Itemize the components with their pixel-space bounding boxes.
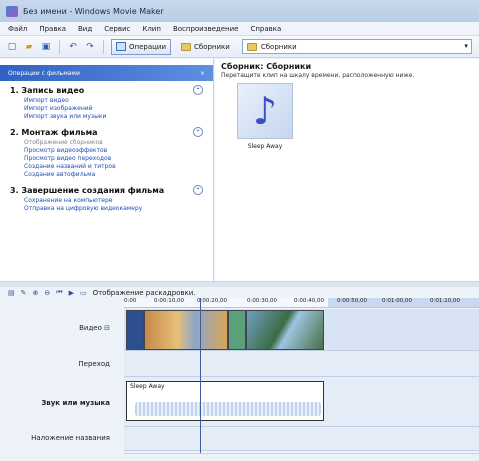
zoom-out-icon[interactable]: ⊖ [44,289,50,297]
audio-clip-thumbnail[interactable]: ♪ [237,83,293,139]
toolbar-separator [59,39,60,54]
close-icon[interactable]: × [200,70,205,77]
undo-icon[interactable]: ↶ [67,41,79,53]
audio-track-label: Звук или музыка [41,399,110,407]
audio-track[interactable]: Sleep Away [124,377,479,427]
link-view-effects[interactable]: Просмотр видеоэффектов [10,147,203,155]
menu-help[interactable]: Справка [250,25,281,33]
ruler-tick: 0:00 [124,298,137,304]
link-make-automovie[interactable]: Создание автофильма [10,171,203,179]
link-save-to-computer[interactable]: Сохранение на компьютере [10,197,203,205]
folder-icon [246,42,257,51]
video-clip[interactable] [144,310,228,350]
section-finish-movie: 3. Завершение создания фильма ⌃ Сохранен… [0,181,213,215]
collections-dropdown[interactable]: Сборники ▾ [241,39,472,54]
redo-icon[interactable]: ↷ [84,41,96,53]
set-audio-levels-icon[interactable]: ▤ [8,289,15,297]
ruler-tick: 0:00:10,00 [154,298,184,304]
transition-track[interactable] [124,351,479,377]
menu-tools[interactable]: Сервис [104,25,130,33]
horizontal-scrollbar[interactable] [124,453,479,461]
ruler-tick: 0:00:20,00 [197,298,227,304]
ruler-tick: 0:01:10,00 [430,298,460,304]
link-import-video[interactable]: Импорт видео [10,97,203,105]
rewind-icon[interactable]: ⏮ [56,288,62,297]
link-import-audio[interactable]: Импорт звука или музыки [10,113,203,121]
section-title[interactable]: 3. Завершение создания фильма ⌃ [10,185,203,195]
expand-icon[interactable]: ⊟ [104,324,110,332]
video-clip[interactable] [228,310,246,350]
collection-pane: Сборник: Сборники Перетащите клип на шка… [215,59,479,281]
section-title[interactable]: 1. Запись видео ⌃ [10,85,203,95]
link-send-to-camera[interactable]: Отправка на цифровую видеокамеру [10,205,203,213]
timeline-ruler[interactable]: 0:00 0:00:10,00 0:00:20,00 0:00:30,00 0:… [124,298,479,308]
menu-playback[interactable]: Воспроизведение [173,25,239,33]
operations-button[interactable]: Операции [111,38,171,55]
video-track[interactable] [124,309,479,351]
link-view-transitions[interactable]: Просмотр видео переходов [10,155,203,163]
menu-edit[interactable]: Правка [39,25,66,33]
collections-button[interactable]: Сборники [176,39,235,55]
link-make-titles[interactable]: Создание названий и титров [10,163,203,171]
task-pane-header: Операции с фильмами × [0,65,213,81]
movie-maker-icon [6,5,18,17]
new-project-icon[interactable]: ▢ [6,41,18,53]
playhead[interactable] [200,298,201,454]
link-show-collections[interactable]: Отображение сборников [10,139,203,147]
show-storyboard-button[interactable]: Отображение раскадровки. [93,289,196,297]
menu-file[interactable]: Файл [8,25,27,33]
transition-track-label: Переход [78,360,110,368]
open-project-icon[interactable]: ▰ [23,41,35,53]
video-clip[interactable] [246,310,324,350]
folder-icon [181,42,191,51]
toolbar-separator [103,39,104,54]
audio-clip[interactable]: Sleep Away [126,381,324,421]
section-capture-video: 1. Запись видео ⌃ Импорт видео Импорт из… [0,81,213,123]
operations-icon [116,42,126,51]
play-icon[interactable]: ▶ [69,289,74,297]
app-window: Без имени - Windows Movie Maker Файл Пра… [0,0,479,461]
timeline-toolbar: ▤ ✎ ⊕ ⊖ ⏮ ▶ ▭ Отображение раскадровки. [0,287,479,298]
toolbar: ▢ ▰ ▣ ↶ ↷ Операции Сборники Сборники ▾ [0,36,479,58]
collections-dropdown-value: Сборники [260,42,297,51]
collapse-icon[interactable]: ⌃ [193,127,203,137]
video-track-label: Видео ⊟ [79,324,110,332]
task-pane-title: Операции с фильмами [8,69,80,77]
audio-waveform [135,402,321,416]
storyboard-icon[interactable]: ▭ [80,289,87,297]
zoom-in-icon[interactable]: ⊕ [33,289,39,297]
video-clip[interactable] [126,310,144,350]
menu-clip[interactable]: Клип [142,25,161,33]
collection-hint: Перетащите клип на шкалу времени, распол… [221,72,415,79]
title-track-label: Наложение названия [31,434,110,442]
operations-label: Операции [129,42,166,51]
section-edit-movie: 2. Монтаж фильма ⌃ Отображение сборников… [0,123,213,181]
menu-bar: Файл Правка Вид Сервис Клип Воспроизведе… [0,22,479,36]
title-bar: Без имени - Windows Movie Maker [0,0,479,22]
ruler-tick: 0:01:00,00 [382,298,412,304]
task-pane: Операции с фильмами × 1. Запись видео ⌃ … [0,59,214,281]
collapse-icon[interactable]: ⌃ [193,85,203,95]
ruler-tick: 0:00:40,00 [294,298,324,304]
collections-label: Сборники [194,42,230,51]
chevron-down-icon: ▾ [464,42,468,50]
save-project-icon[interactable]: ▣ [40,41,52,53]
menu-view[interactable]: Вид [78,25,92,33]
section-title[interactable]: 2. Монтаж фильма ⌃ [10,127,203,137]
collapse-icon[interactable]: ⌃ [193,185,203,195]
audio-clip-name: Sleep Away [130,383,165,390]
clip-name: Sleep Away [247,143,283,150]
title-overlay-track[interactable] [124,427,479,451]
collection-title: Сборник: Сборники [221,62,312,71]
music-note-icon: ♪ [252,89,278,133]
link-import-pictures[interactable]: Импорт изображений [10,105,203,113]
narrate-icon[interactable]: ✎ [21,289,27,297]
ruler-tick: 0:00:30,00 [247,298,277,304]
ruler-tick: 0:00:50,00 [337,298,367,304]
window-title: Без имени - Windows Movie Maker [23,6,164,16]
